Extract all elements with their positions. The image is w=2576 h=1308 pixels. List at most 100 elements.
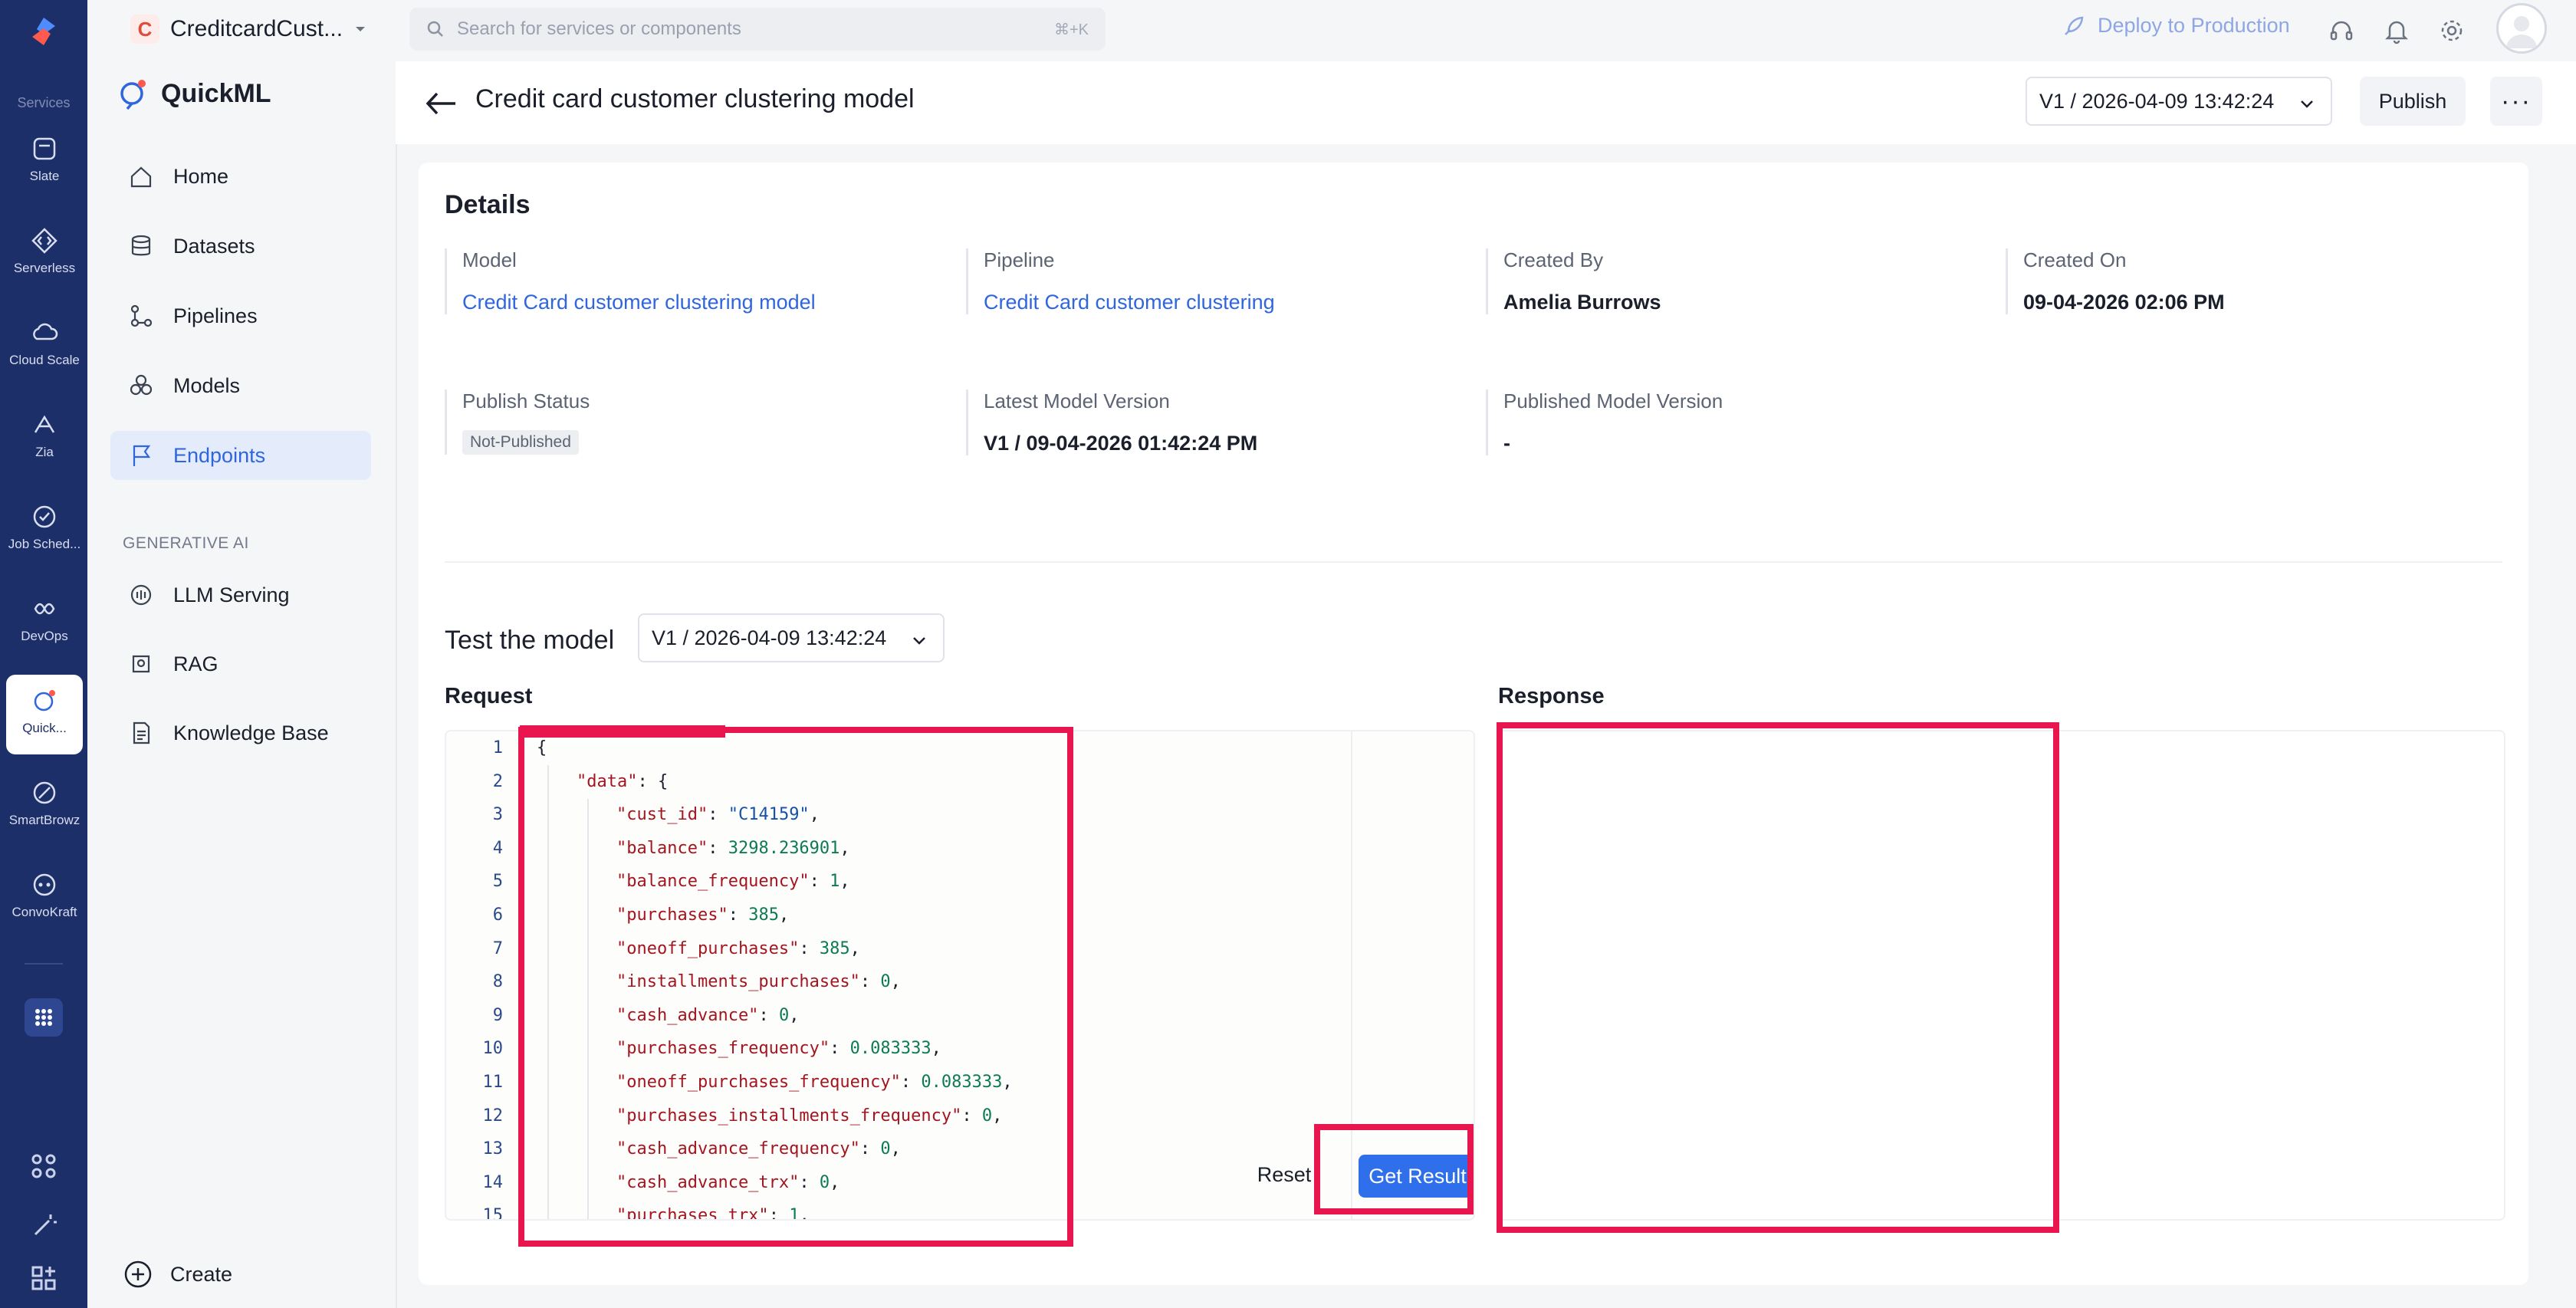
chevron-down-icon <box>2301 100 2313 108</box>
flag-icon <box>133 445 151 466</box>
rail-item-label: Slate <box>29 169 60 183</box>
model-link[interactable]: Credit Card customer clustering model <box>462 291 938 314</box>
rail-item-convokraft[interactable]: ConvoKraft <box>6 859 83 938</box>
published-version-label: Published Model Version <box>1503 389 1723 412</box>
project-name: CreditcardCust... <box>170 16 343 41</box>
reset-button[interactable]: Reset <box>1244 1155 1325 1195</box>
sidebar-item-home[interactable]: Home <box>110 152 371 201</box>
sidebar-item-models[interactable]: Models <box>110 361 371 410</box>
created-on-label: Created On <box>2023 248 2127 271</box>
rail-item-job-scheduler[interactable]: Job Sched... <box>6 491 83 570</box>
plus-circle-icon <box>124 1260 152 1288</box>
highlight-box-request <box>518 727 1073 1247</box>
database-icon <box>131 235 151 256</box>
sidebar-item-datasets[interactable]: Datasets <box>110 222 371 271</box>
created-on-field: Created On 09-04-2026 02:06 PM <box>2006 248 2499 314</box>
sidebar-item-pipelines[interactable]: Pipelines <box>110 291 371 340</box>
job-scheduler-icon <box>33 505 56 528</box>
line-number: 11 <box>482 1073 504 1092</box>
magic-wand-icon[interactable] <box>29 1211 58 1241</box>
smartbrowz-icon <box>33 781 56 804</box>
details-title: Details <box>445 190 531 219</box>
project-badge: C <box>130 15 159 44</box>
devops-icon <box>34 603 55 615</box>
sidebar-item-llm-serving[interactable]: LLM Serving <box>110 570 371 619</box>
version-dropdown[interactable]: V1 / 2026-04-09 13:42:24 <box>2026 77 2332 126</box>
rail-item-label: Cloud Scale <box>9 353 80 367</box>
pipeline-field: Pipeline Credit Card customer clustering <box>966 248 1459 314</box>
test-version-dropdown[interactable]: V1 / 2026-04-09 13:42:24 <box>638 613 945 662</box>
convokraft-icon <box>33 873 56 896</box>
create-button[interactable]: Create <box>123 1259 232 1290</box>
deploy-label: Deploy to Production <box>2098 14 2290 37</box>
catalyst-logo-icon[interactable] <box>28 15 60 48</box>
sidebar-item-label: LLM Serving <box>173 583 290 606</box>
model-field: Model Credit Card customer clustering mo… <box>445 248 938 314</box>
rail-item-devops[interactable]: DevOps <box>6 583 83 662</box>
back-arrow-icon[interactable] <box>422 84 460 123</box>
all-services-button[interactable] <box>25 998 63 1037</box>
sidebar-item-label: Datasets <box>173 234 255 258</box>
add-widget-icon[interactable] <box>29 1264 58 1293</box>
more-options-button[interactable]: ··· <box>2490 77 2542 126</box>
integrations-icon[interactable] <box>29 1152 58 1181</box>
rail-item-label: DevOps <box>21 629 68 643</box>
search-input[interactable]: Search for services or components ⌘+K <box>409 8 1106 51</box>
rocket-icon <box>2065 16 2084 35</box>
project-switcher[interactable]: C CreditcardCust... <box>130 11 367 48</box>
slate-icon <box>33 137 56 160</box>
sidebar-item-knowledge-base[interactable]: Knowledge Base <box>110 708 371 758</box>
knowledge-base-icon <box>133 721 150 744</box>
published-version-field: Published Model Version - <box>1486 389 1979 455</box>
status-badge: Not-Published <box>462 430 579 455</box>
deploy-to-production-button[interactable]: Deploy to Production <box>2062 14 2290 38</box>
rail-item-label: SmartBrowz <box>8 813 80 827</box>
user-avatar[interactable] <box>2496 3 2547 54</box>
bell-icon[interactable] <box>2381 15 2412 46</box>
pipeline-link[interactable]: Credit Card customer clustering <box>984 291 1459 314</box>
rail-item-label: Quick... <box>22 721 67 735</box>
pipeline-label: Pipeline <box>984 248 1055 271</box>
llm-serving-icon <box>130 584 152 606</box>
line-number: 14 <box>482 1172 504 1192</box>
rail-item-quickml[interactable]: Quick... <box>6 675 83 754</box>
sidebar-item-endpoints[interactable]: Endpoints <box>110 431 371 480</box>
line-number: 10 <box>482 1039 504 1059</box>
user-icon <box>2506 16 2537 48</box>
highlight-box-response <box>1497 722 2059 1233</box>
rail-item-serverless[interactable]: Serverless <box>6 215 83 294</box>
created-on-value: 09-04-2026 02:06 PM <box>2023 291 2225 314</box>
rail-divider <box>25 963 63 965</box>
rail-item-slate[interactable]: Slate <box>6 123 83 202</box>
rail-item-smartbrowz[interactable]: SmartBrowz <box>6 767 83 846</box>
publish-button[interactable]: Publish <box>2360 77 2466 126</box>
line-number: 9 <box>492 1005 503 1025</box>
create-label: Create <box>170 1262 233 1286</box>
sidebar-item-label: Endpoints <box>173 443 266 467</box>
caret-down-icon <box>356 27 366 31</box>
sidebar-item-rag[interactable]: RAG <box>110 639 371 689</box>
brand-name: QuickML <box>161 78 271 108</box>
rail-item-zia[interactable]: Zia <box>6 399 83 478</box>
quickml-brand: QuickML <box>117 77 271 110</box>
sidebar-item-label: Models <box>173 373 241 397</box>
rail-item-cloud-scale[interactable]: Cloud Scale <box>6 307 83 386</box>
search-placeholder: Search for services or components <box>457 18 741 39</box>
service-rail: Services Slate Serverless Cloud Scale Zia Jo… <box>0 0 87 1308</box>
headset-support-icon[interactable] <box>2326 15 2357 46</box>
request-label: Request <box>445 684 533 708</box>
highlight-box-get-result <box>1314 1124 1474 1214</box>
gear-icon[interactable] <box>2436 15 2467 46</box>
top-bar: Search for services or components ⌘+K De… <box>396 0 2576 61</box>
published-version-value: - <box>1503 432 1510 455</box>
created-by-field: Created By Amelia Burrows <box>1486 248 1979 314</box>
rail-item-label: Zia <box>35 445 54 459</box>
publish-status-field: Publish Status Not-Published <box>445 389 938 455</box>
line-number: 6 <box>492 905 503 925</box>
test-version-value: V1 / 2026-04-09 13:42:24 <box>652 626 887 649</box>
section-divider <box>445 561 2502 563</box>
model-label: Model <box>462 248 517 271</box>
search-shortcut: ⌘+K <box>1053 21 1089 38</box>
rail-item-label: Serverless <box>13 261 76 275</box>
line-number: 1 <box>492 738 503 758</box>
